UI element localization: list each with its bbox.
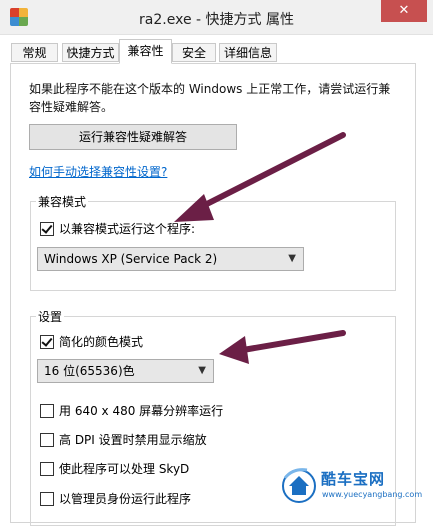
tab-security[interactable]: 安全 bbox=[172, 43, 216, 62]
chevron-down-icon: ▼ bbox=[198, 365, 206, 376]
window-title: ra2.exe - 快捷方式 属性 bbox=[139, 12, 294, 28]
checkbox-box bbox=[40, 221, 54, 236]
tab-general[interactable]: 常规 bbox=[11, 43, 58, 62]
title-bar: ra2.exe - 快捷方式 属性 ✕ bbox=[0, 0, 433, 35]
tab-compatibility[interactable]: 兼容性 bbox=[119, 39, 172, 64]
checkmark-icon bbox=[41, 334, 53, 347]
compat-mode-title: 兼容模式 bbox=[36, 193, 89, 210]
settings-title: 设置 bbox=[36, 308, 65, 325]
checkbox-box bbox=[40, 461, 54, 476]
watermark: 酷车宝网 www.yuecyangbang.com bbox=[279, 462, 427, 506]
run-as-admin-checkbox[interactable]: 以管理员身份运行此程序 bbox=[40, 490, 191, 507]
checkbox-box bbox=[40, 403, 54, 418]
intro-text: 如果此程序不能在这个版本的 Windows 上正常工作，请尝试运行兼容性疑难解答… bbox=[29, 82, 391, 114]
run-compat-checkbox[interactable]: 以兼容模式运行这个程序: bbox=[40, 220, 195, 237]
watermark-logo-icon bbox=[282, 468, 316, 503]
high-dpi-label: 高 DPI 设置时禁用显示缩放 bbox=[59, 433, 207, 447]
watermark-url: www.yuecyangbang.com bbox=[322, 490, 423, 499]
run-compat-label: 以兼容模式运行这个程序: bbox=[59, 222, 196, 236]
compat-mode-group bbox=[30, 201, 396, 291]
tab-shortcut[interactable]: 快捷方式 bbox=[62, 43, 119, 62]
checkbox-box bbox=[40, 491, 54, 506]
reduced-color-label: 简化的颜色模式 bbox=[59, 335, 144, 349]
skydrive-label: 使此程序可以处理 SkyD bbox=[59, 462, 190, 476]
high-dpi-checkbox[interactable]: 高 DPI 设置时禁用显示缩放 bbox=[40, 431, 207, 448]
troubleshoot-button[interactable]: 运行兼容性疑难解答 bbox=[29, 124, 237, 150]
chevron-down-icon: ▼ bbox=[288, 253, 296, 264]
run-640-label: 用 640 x 480 屏幕分辨率运行 bbox=[59, 404, 224, 418]
os-version-select[interactable]: Windows XP (Service Pack 2) ▼ bbox=[37, 247, 304, 271]
close-icon: ✕ bbox=[398, 3, 410, 18]
color-depth-select[interactable]: 16 位(65536)色 ▼ bbox=[37, 359, 214, 383]
manual-settings-link[interactable]: 如何手动选择兼容性设置? bbox=[29, 163, 167, 180]
checkbox-box bbox=[40, 432, 54, 447]
checkmark-icon bbox=[41, 221, 53, 234]
close-button[interactable]: ✕ bbox=[381, 0, 427, 22]
tab-strip: 常规 快捷方式 兼容性 安全 详细信息 bbox=[0, 34, 433, 64]
color-depth-value: 16 位(65536)色 bbox=[44, 364, 135, 378]
reduced-color-checkbox[interactable]: 简化的颜色模式 bbox=[40, 333, 143, 350]
watermark-brand: 酷车宝网 bbox=[321, 470, 386, 488]
checkbox-box bbox=[40, 334, 54, 349]
skydrive-checkbox[interactable]: 使此程序可以处理 SkyD bbox=[40, 460, 189, 477]
run-640-checkbox[interactable]: 用 640 x 480 屏幕分辨率运行 bbox=[40, 402, 223, 419]
tab-details[interactable]: 详细信息 bbox=[219, 43, 277, 62]
os-version-value: Windows XP (Service Pack 2) bbox=[44, 252, 218, 266]
run-as-admin-label: 以管理员身份运行此程序 bbox=[59, 492, 192, 506]
